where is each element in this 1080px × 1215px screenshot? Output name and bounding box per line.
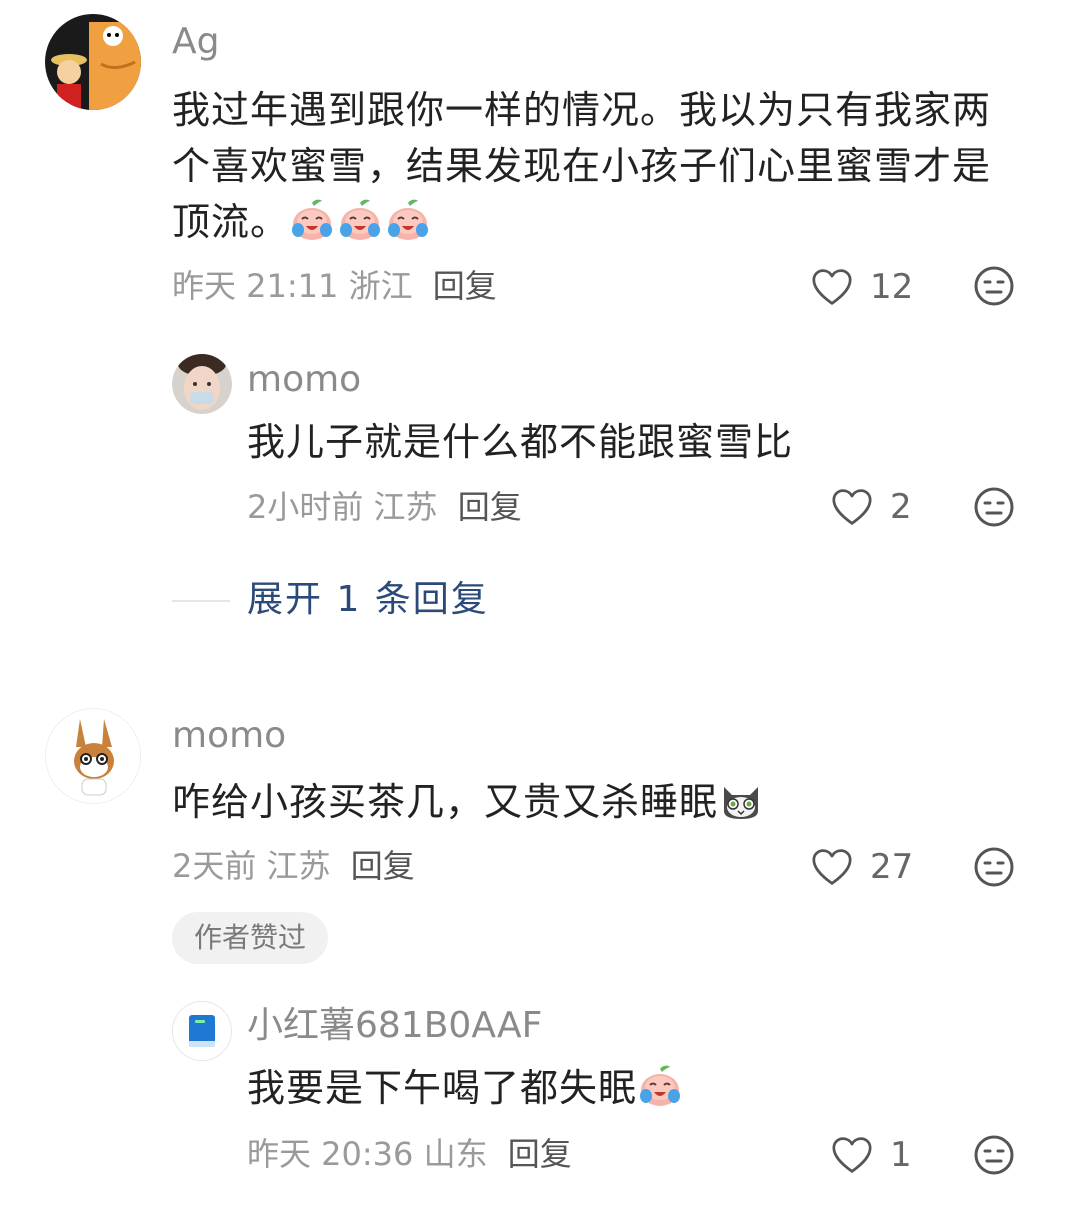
crying-peach-icon	[385, 197, 431, 243]
username[interactable]: 小红薯681B0AAF	[247, 1004, 542, 1048]
comment-time: 昨天 20:36	[247, 1135, 414, 1173]
comment-meta: 昨天 21:11 浙江 回复	[172, 266, 497, 306]
username[interactable]: momo	[172, 714, 286, 758]
like-button[interactable]: 12	[810, 262, 913, 312]
comment-location: 浙江	[348, 267, 413, 305]
reply-button[interactable]: 回复	[508, 1135, 572, 1173]
dislike-face-icon[interactable]	[973, 486, 1015, 528]
comment-location: 江苏	[373, 488, 438, 526]
dislike-face-icon[interactable]	[973, 1134, 1015, 1176]
like-count: 12	[870, 267, 914, 307]
comment-time: 昨天 21:11	[172, 267, 339, 305]
like-button[interactable]: 2	[830, 482, 912, 532]
expand-replies-button[interactable]: 展开 1 条回复	[247, 578, 489, 622]
like-button[interactable]: 1	[830, 1130, 912, 1180]
avatar[interactable]	[172, 1001, 232, 1061]
shocked-cat-icon	[718, 777, 764, 823]
comment-text: 我要是下午喝了都失眠	[247, 1060, 1027, 1116]
heart-icon	[830, 487, 874, 527]
expand-divider	[172, 600, 230, 602]
author-liked-badge: 作者赞过	[172, 912, 329, 964]
avatar[interactable]	[45, 14, 141, 110]
comment-text: 我过年遇到跟你一样的情况。我以为只有我家两个喜欢蜜雪，结果发现在小孩子们心里蜜雪…	[172, 88, 992, 244]
like-count: 27	[870, 847, 914, 887]
heart-icon	[810, 267, 854, 307]
like-count: 2	[890, 487, 912, 527]
crying-peach-icon	[637, 1063, 683, 1109]
crying-peach-icon	[337, 197, 383, 243]
comment-time: 2小时前	[247, 488, 364, 526]
avatar[interactable]	[45, 708, 141, 804]
username[interactable]: momo	[247, 358, 361, 402]
heart-icon	[830, 1135, 874, 1175]
heart-icon	[810, 847, 854, 887]
comment-location: 山东	[423, 1135, 488, 1173]
comment-meta: 2天前 江苏 回复	[172, 846, 415, 886]
crying-peach-icon	[289, 197, 335, 243]
reply-button[interactable]: 回复	[351, 847, 415, 885]
avatar[interactable]	[172, 354, 232, 414]
comment-meta: 昨天 20:36 山东 回复	[247, 1134, 572, 1174]
dislike-face-icon[interactable]	[973, 846, 1015, 888]
reply-button[interactable]: 回复	[458, 488, 522, 526]
like-button[interactable]: 27	[810, 842, 913, 892]
comment-meta: 2小时前 江苏 回复	[247, 487, 522, 527]
dislike-face-icon[interactable]	[973, 265, 1015, 307]
username[interactable]: Ag	[172, 20, 219, 64]
reply-button[interactable]: 回复	[433, 267, 497, 305]
comment-location: 江苏	[266, 847, 331, 885]
comment-time: 2天前	[172, 847, 257, 885]
comment-text: 咋给小孩买茶几，又贵又杀睡眠	[172, 774, 1022, 830]
comment-text: 我儿子就是什么都不能跟蜜雪比	[247, 420, 794, 464]
like-count: 1	[890, 1135, 912, 1175]
